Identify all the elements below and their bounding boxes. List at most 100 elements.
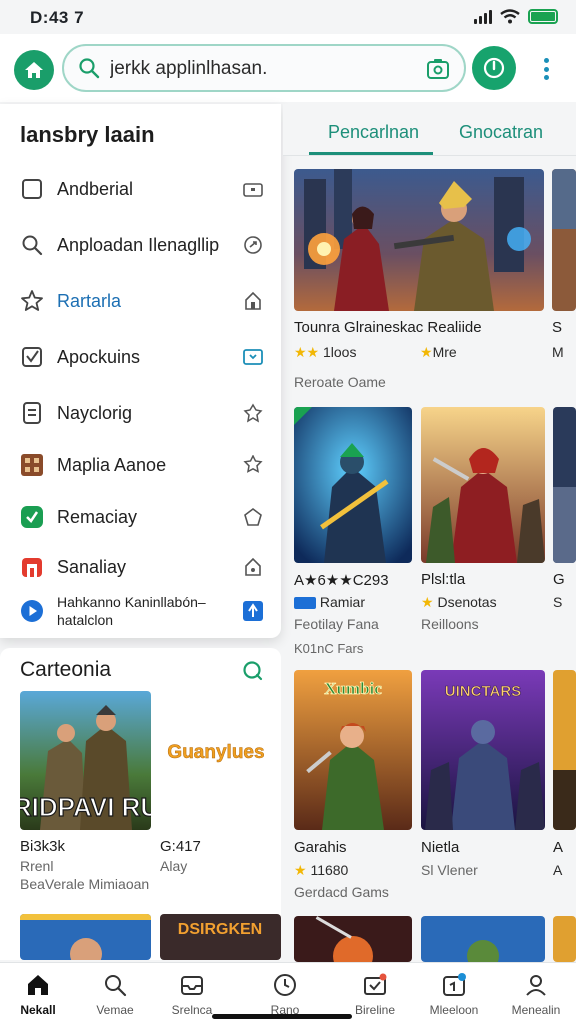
category-2-title[interactable]: G:417	[160, 838, 201, 855]
checkbox-icon	[20, 345, 44, 369]
game-1-badge: Ramiar	[294, 594, 365, 610]
search-icon	[79, 58, 100, 79]
game-4-rating: ★ 11680	[294, 862, 348, 879]
rating-value: 1loos	[323, 344, 357, 360]
battery-icon	[528, 9, 558, 24]
featured-title[interactable]: Tounra Glraineskac Realiide	[294, 319, 482, 336]
power-icon	[483, 57, 505, 79]
home-button[interactable]	[14, 50, 54, 90]
search-input[interactable]	[110, 57, 410, 81]
calendar-icon	[443, 973, 466, 996]
game-art-4[interactable]: Xumbic	[294, 670, 412, 830]
nav-label: Menealin	[511, 1003, 561, 1017]
drawer-item-sanaliay[interactable]: Sanaliay	[0, 544, 281, 590]
clock-icon	[274, 974, 296, 996]
top-app-bar	[0, 34, 576, 102]
game-5-sub: Sl Vlener	[421, 862, 478, 878]
drawer-item-apockuins[interactable]: Apockuins	[0, 334, 281, 380]
game-3-title[interactable]: G	[553, 571, 565, 588]
game-1-title[interactable]: A★6★★C293	[294, 571, 389, 589]
drawer-item-maplia-aanoe[interactable]: Maplia Aanoe	[0, 442, 281, 488]
nav-item-srelnca[interactable]: Srelnca	[156, 969, 228, 1019]
game-3-sub: S	[553, 594, 563, 610]
drawer-item-label: Rartarla	[57, 291, 122, 311]
category-art-1[interactable]: RIDPAVI RU	[20, 691, 151, 830]
game-2-title[interactable]: Plsl:tla	[421, 571, 465, 588]
game-art-9[interactable]	[553, 916, 576, 962]
status-icons	[474, 9, 558, 24]
blue-play-icon	[20, 599, 44, 623]
drawer-item-remaciay[interactable]: Remaciay	[0, 494, 281, 540]
search-bar[interactable]	[62, 44, 466, 92]
share-icon	[242, 234, 264, 256]
featured-game-art-2[interactable]	[552, 169, 576, 311]
home-indicator[interactable]	[212, 1014, 352, 1019]
category-art-2[interactable]: Guanylues	[160, 691, 281, 830]
nav-item-bireline[interactable]: Bireline	[339, 969, 411, 1019]
nav-item-rano[interactable]: Rano	[249, 969, 321, 1019]
category-art-3[interactable]	[20, 914, 151, 960]
nav-item-mleeloon[interactable]: Mleeloon	[418, 969, 490, 1019]
game-5-title[interactable]: Nietla	[421, 839, 459, 856]
wifi-icon	[500, 9, 520, 24]
drawer-item-label: Remaciay	[57, 507, 138, 527]
signal-icon	[474, 9, 492, 24]
drawer-item-label: Sanaliay	[57, 557, 127, 577]
lock-house-icon	[242, 556, 264, 578]
screen: D:43 7 lansbry laain Andberial	[0, 0, 576, 1024]
diamond-star-icon	[242, 402, 264, 424]
game-art-1[interactable]	[294, 407, 412, 563]
more-options-icon[interactable]	[538, 58, 554, 80]
game-6-title[interactable]: A	[553, 839, 563, 856]
drawer-item-nayclorig[interactable]: Nayclorig	[0, 390, 281, 436]
game-5-logo: UINCTARS	[445, 683, 521, 700]
drawer-item-anploadan[interactable]: Anploadan Ilenagllip	[0, 222, 281, 268]
game-art-5[interactable]: UINCTARS	[421, 670, 545, 830]
status-bar: D:43 7	[0, 0, 576, 34]
nav-label: Nekall	[20, 1003, 56, 1017]
tab-gnocatran[interactable]: Gnocatran	[459, 122, 543, 143]
status-time: D:43 7	[30, 8, 85, 27]
category-1-sub2: BeaVerale Mimiaoan	[20, 876, 150, 892]
tab-bar: Pencarlnan Gnocatran	[283, 104, 576, 156]
game-art-2[interactable]	[421, 407, 545, 563]
game-1-sub: Ramiar	[319, 594, 366, 610]
nav-item-menealin[interactable]: Menealin	[500, 969, 572, 1019]
game-art-6[interactable]	[553, 670, 576, 830]
camera-search-icon[interactable]	[426, 58, 450, 80]
game-art-8[interactable]	[421, 916, 545, 962]
featured-rating-2: ★Mre	[420, 344, 457, 361]
game-2-rating: ★ Dsenotas	[421, 594, 497, 611]
category-1-title[interactable]: Bi3k3k	[20, 838, 65, 855]
person-icon	[526, 975, 546, 996]
drawer-item-label: Hahkanno Kaninllabón–hatalclon	[57, 594, 206, 628]
star-icon: ★★	[294, 344, 320, 360]
game-1-sub3: K01nC Fars	[294, 641, 364, 656]
game-art-7[interactable]	[294, 916, 412, 962]
category-art-4[interactable]: DSIRGKEN	[160, 914, 281, 960]
house-icon	[242, 290, 264, 312]
tab-pencarlnan[interactable]: Pencarlnan	[328, 122, 419, 143]
category-2-logo: Guanylues	[167, 742, 264, 763]
game-art-3[interactable]	[553, 407, 576, 563]
drawer-item-andberial[interactable]: Andberial	[0, 166, 281, 212]
game-4-title[interactable]: Garahis	[294, 839, 347, 856]
category-4-logo: DSIRGKEN	[178, 921, 262, 938]
home-icon	[25, 62, 43, 78]
search-icon	[105, 975, 127, 997]
featured-game-art[interactable]	[294, 169, 544, 311]
nav-label: Vemae	[96, 1003, 134, 1017]
nav-item-vemae[interactable]: Vemae	[79, 969, 151, 1019]
platform-icon	[294, 597, 316, 610]
featured-rating-3: M	[552, 344, 564, 360]
search-circle-icon[interactable]	[242, 660, 264, 682]
featured-title-2[interactable]: S	[552, 319, 562, 336]
power-button[interactable]	[472, 46, 516, 90]
game-4-logo: Xumbic	[324, 679, 382, 698]
star-icon: ★	[420, 344, 433, 360]
featured-rating: ★★ 1loos	[294, 344, 356, 361]
nav-item-nekall[interactable]: Nekall	[2, 969, 74, 1019]
drawer-item-rartarla[interactable]: Rartarla	[0, 278, 281, 324]
mail-check-icon	[364, 973, 387, 995]
drawer-item-hahkanno[interactable]: Hahkanno Kaninllabón–hatalclon	[0, 588, 281, 634]
